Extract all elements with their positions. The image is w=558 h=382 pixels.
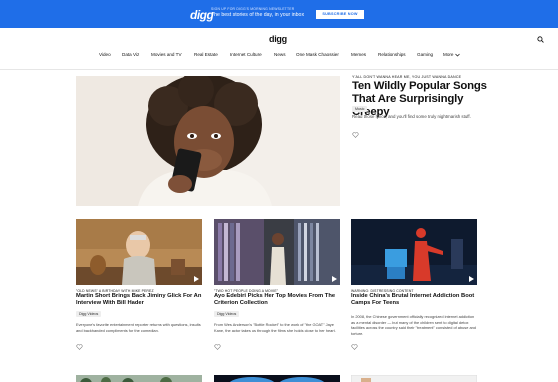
category-nav: Video Data Viz Movies and TV Real Estate… bbox=[0, 52, 558, 62]
hero-description: Read those lyrics, and you'll find some … bbox=[352, 114, 471, 119]
hero-title[interactable]: Ten Wildly Popular Songs That Are Surpri… bbox=[352, 80, 492, 118]
banner-text: The best stories of the day, in your inb… bbox=[211, 12, 305, 18]
card-title[interactable]: Inside China's Brutal Internet Addiction… bbox=[351, 293, 479, 307]
next-card-image[interactable] bbox=[214, 372, 340, 382]
heart-icon[interactable] bbox=[351, 344, 358, 350]
heart-icon[interactable] bbox=[76, 344, 83, 350]
play-icon bbox=[469, 276, 474, 282]
next-card-image[interactable] bbox=[76, 372, 202, 382]
play-icon bbox=[194, 276, 199, 282]
card-title[interactable]: Ayo Edebiri Picks Her Top Movies From Th… bbox=[214, 293, 342, 307]
nav-item-gaming[interactable]: Gaming bbox=[417, 52, 433, 57]
heart-icon[interactable] bbox=[214, 344, 221, 350]
card-tag[interactable]: Digg Videos bbox=[76, 311, 102, 317]
card-image-criterion[interactable] bbox=[214, 219, 340, 285]
nav-divider bbox=[0, 69, 558, 70]
nav-item-movies-tv[interactable]: Movies and TV bbox=[151, 52, 182, 57]
subscribe-button[interactable]: Subscribe now bbox=[316, 10, 364, 19]
nav-item-more[interactable]: More bbox=[443, 52, 453, 57]
site-logo[interactable]: digg bbox=[269, 34, 287, 44]
card-image-boot-camps[interactable] bbox=[351, 219, 477, 285]
play-icon bbox=[332, 276, 337, 282]
nav-item-video[interactable]: Video bbox=[99, 52, 111, 57]
card-image-jiminy-glick[interactable] bbox=[76, 219, 202, 285]
chevron-down-icon[interactable] bbox=[455, 53, 460, 57]
hero-kicker: Y'all don't wanna hear me, you just wann… bbox=[352, 75, 462, 79]
banner-eyebrow: sign up for digg's morning newsletter bbox=[211, 7, 295, 11]
nav-item-internet-culture[interactable]: Internet Culture bbox=[230, 52, 262, 57]
nav-item-memes[interactable]: Memes bbox=[351, 52, 366, 57]
search-icon[interactable] bbox=[537, 36, 544, 43]
card-tag[interactable]: Digg Videos bbox=[214, 311, 240, 317]
next-card-image[interactable] bbox=[351, 372, 477, 382]
heart-icon[interactable] bbox=[352, 132, 359, 138]
nav-item-real-estate[interactable]: Real Estate bbox=[194, 52, 218, 57]
nav-item-data-viz[interactable]: Data Viz bbox=[122, 52, 139, 57]
hero-image[interactable] bbox=[76, 76, 340, 206]
card-title[interactable]: Martin Short Brings Back Jiminy Glick Fo… bbox=[76, 293, 204, 307]
nav-item-news[interactable]: News bbox=[274, 52, 286, 57]
nav-item-relationships[interactable]: Relationships bbox=[378, 52, 406, 57]
card-description: In 2008, the Chinese government official… bbox=[351, 314, 476, 336]
card-description: Everyone's favorite entertainment report… bbox=[76, 322, 201, 333]
card-description: From Wes Anderson's "Bottle Rocket" to t… bbox=[214, 322, 336, 333]
banner-logo: digg bbox=[190, 8, 214, 22]
nav-item-one-mask[interactable]: One Mask Chaossier bbox=[296, 52, 339, 57]
hero-tag[interactable]: Music bbox=[352, 106, 368, 112]
newsletter-banner: digg sign up for digg's morning newslett… bbox=[0, 0, 558, 28]
